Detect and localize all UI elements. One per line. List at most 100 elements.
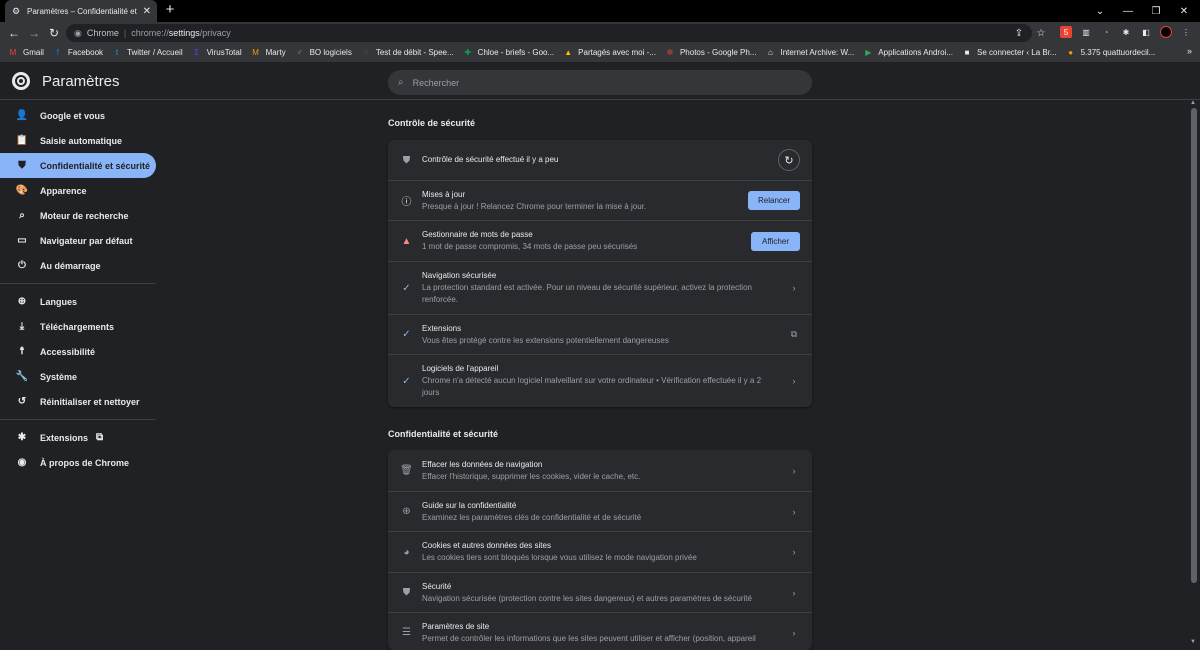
sidebar-item-label: Accessibilité	[40, 346, 96, 357]
bookmark-item[interactable]: ♂ BO logiciels	[295, 48, 352, 58]
bookmark-label: Partagés avec moi -...	[578, 48, 656, 57]
bookmark-star-icon[interactable]: ☆	[1034, 24, 1048, 42]
bookmark-item[interactable]: ▲ Partagés avec moi -...	[563, 48, 656, 58]
puzzle-icon: ✱	[17, 432, 27, 443]
share-icon[interactable]: ⇪	[1012, 24, 1026, 42]
search-box[interactable]: ⌕	[388, 70, 812, 95]
scrollbar-thumb[interactable]	[1191, 108, 1197, 583]
relaunch-button[interactable]: Relancer	[748, 191, 800, 210]
external-link-icon: ⧉	[96, 432, 104, 443]
bookmark-item[interactable]: M Marty	[251, 48, 285, 58]
forward-arrow-icon[interactable]: →	[25, 24, 43, 42]
wordpress-icon: ■	[964, 48, 970, 57]
bookmark-item[interactable]: f Facebook	[53, 48, 103, 58]
extensions-check-row[interactable]: ✓ Extensions Vous êtes protégé contre le…	[388, 314, 812, 354]
shield-icon: ⛊	[402, 587, 411, 598]
sidebar-item-label: Langues	[40, 296, 78, 307]
bookmark-item[interactable]: ● 5.375 quattuordecil...	[1066, 48, 1155, 58]
cookie-icon: ●	[1068, 48, 1074, 57]
site-settings-desc: Permet de contrôler les informations que…	[422, 633, 756, 643]
sidepanel-icon[interactable]: ◧	[1140, 26, 1152, 38]
sidebar-item[interactable]: ↺ Réinitialiser et nettoyer	[0, 389, 160, 414]
extensions-puzzle-icon[interactable]: ✱	[1120, 26, 1132, 38]
twitter-icon: t	[115, 48, 119, 57]
tab-close-icon[interactable]: ✕	[143, 6, 151, 17]
extension-red-icon[interactable]: 5	[1060, 26, 1072, 38]
privacy-guide-row[interactable]: ⊕ Guide sur la confidentialité Examinez …	[388, 491, 812, 531]
updates-desc: Presque à jour ! Relancez Chrome pour te…	[422, 201, 647, 211]
warning-icon: ▲	[401, 235, 412, 247]
sidebar-item[interactable]: ⤓ Téléchargements	[0, 314, 160, 339]
sidebar-item[interactable]: ✱ Extensions ⧉	[0, 425, 160, 450]
sidebar-item[interactable]: ⏻ Au démarrage	[0, 253, 160, 278]
show-passwords-button[interactable]: Afficher	[751, 231, 800, 251]
search-icon: ⌕	[19, 210, 25, 221]
url-scheme: chrome://	[131, 28, 169, 38]
bookmark-label: Se connecter ‹ La Br...	[977, 48, 1057, 57]
chevron-right-icon: ›	[792, 547, 796, 557]
restore-icon[interactable]: ❐	[1142, 0, 1170, 22]
bookmark-item[interactable]: ⌂ Internet Archive: W...	[765, 48, 854, 58]
external-link-icon: ⧉	[790, 329, 798, 339]
clear-data-title: Effacer les données de navigation	[422, 459, 543, 469]
bookmark-item[interactable]: Σ VirusTotal	[192, 48, 241, 58]
scroll-down-icon[interactable]: ▼	[1190, 639, 1196, 645]
updates-title: Mises à jour	[422, 189, 466, 199]
bookmark-item[interactable]: ✚ Chloe - briefs - Goo...	[463, 48, 554, 58]
globe-icon: ⊕	[17, 296, 27, 307]
reload-icon[interactable]: ↻	[45, 24, 63, 42]
password-manager-desc: 1 mot de passe compromis, 34 mots de pas…	[422, 242, 638, 251]
safe-browsing-row[interactable]: ✓ Navigation sécurisée La protection sta…	[388, 261, 812, 314]
profile-avatar[interactable]	[1160, 26, 1172, 38]
search-input[interactable]	[412, 77, 793, 88]
page-scrollbar[interactable]: ▲ ▼	[1188, 100, 1200, 645]
bookmarks-overflow-icon[interactable]: »	[1187, 46, 1192, 56]
site-settings-row[interactable]: ☰ Paramètres de site Permet de contrôler…	[388, 612, 812, 650]
sidebar-item[interactable]: ⌕ Moteur de recherche	[0, 203, 160, 228]
updates-row: ⓘ Mises à jour Presque à jour ! Relancez…	[388, 180, 812, 220]
browser-tab[interactable]: ⚙ Paramètres – Confidentialité et sécuri…	[5, 0, 157, 22]
sidebar-item[interactable]: ◉ À propos de Chrome	[0, 450, 160, 475]
security-row[interactable]: ⛊ Sécurité Navigation sécurisée (protect…	[388, 572, 812, 612]
person-icon: 👤	[15, 110, 29, 121]
safe-browsing-desc: La protection standard est activée. Pour…	[422, 283, 752, 304]
bookmark-item[interactable]: t Twitter / Accueil	[112, 48, 183, 58]
minimize-icon[interactable]: —	[1114, 0, 1142, 22]
sidebar-item[interactable]: 🎨 Apparence	[0, 178, 160, 203]
clear-browsing-data-row[interactable]: 🗑 Effacer les données de navigation Effa…	[388, 450, 812, 491]
chevron-right-icon: ›	[792, 506, 796, 517]
tab-search-icon[interactable]: ⌄	[1086, 0, 1114, 22]
scroll-up-icon[interactable]: ▲	[1190, 100, 1196, 106]
bookmark-item[interactable]: M Gmail	[8, 48, 44, 58]
sidebar-item-label: Au démarrage	[40, 260, 101, 271]
gmail-icon: M	[9, 48, 17, 57]
extension-archive-icon[interactable]: ▥	[1080, 26, 1092, 38]
sidebar-item[interactable]: ☨ Accessibilité	[0, 339, 160, 364]
bookmark-item[interactable]: ◌ Test de débit - Spee...	[361, 48, 453, 58]
bookmark-item[interactable]: ▶ Applications Androi...	[863, 48, 953, 58]
cookies-row[interactable]: ◕ Cookies et autres données des sites Le…	[388, 531, 812, 572]
sidebar-item[interactable]: ⛊ Confidentialité et sécurité	[0, 153, 156, 178]
extension-circle-icon[interactable]: ◔	[1100, 26, 1112, 38]
sidebar-item[interactable]: ⊕ Langues	[0, 289, 160, 314]
new-tab-button[interactable]: +	[162, 2, 178, 18]
tab-title: Paramètres – Confidentialité et sécurité	[27, 6, 139, 16]
browser-toolbar: ← → ↻ ◉ Chrome | chrome://settings/priva…	[0, 22, 1200, 43]
menu-dots-icon[interactable]: ⋮	[1180, 26, 1192, 38]
sidebar-item[interactable]: 🔧 Système	[0, 364, 160, 389]
address-bar[interactable]: ◉ Chrome | chrome://settings/privacy ⇪ ☆	[66, 24, 1045, 42]
sidebar-item[interactable]: 📋 Saisie automatique	[0, 128, 160, 153]
device-software-row[interactable]: ✓ Logiciels de l'appareil Chrome n'a dét…	[388, 354, 812, 407]
shield-icon: ⛊	[18, 160, 26, 171]
bookmark-item[interactable]: ✲ Photos - Google Ph...	[665, 48, 757, 58]
back-arrow-icon[interactable]: ←	[5, 24, 23, 42]
close-window-icon[interactable]: ✕	[1170, 0, 1198, 22]
bookmark-item[interactable]: ■ Se connecter ‹ La Br...	[962, 48, 1057, 58]
refresh-check-button[interactable]: ↻	[778, 149, 800, 171]
sidebar-item[interactable]: 👤 Google et vous	[0, 103, 160, 128]
chevron-right-icon: ›	[792, 465, 796, 476]
facebook-icon: f	[56, 48, 59, 57]
cookie-icon: ◕	[403, 546, 410, 558]
sidebar-item[interactable]: ▭ Navigateur par défaut	[0, 228, 160, 253]
privacy-guide-desc: Examinez les paramètres clés de confiden…	[422, 512, 642, 522]
